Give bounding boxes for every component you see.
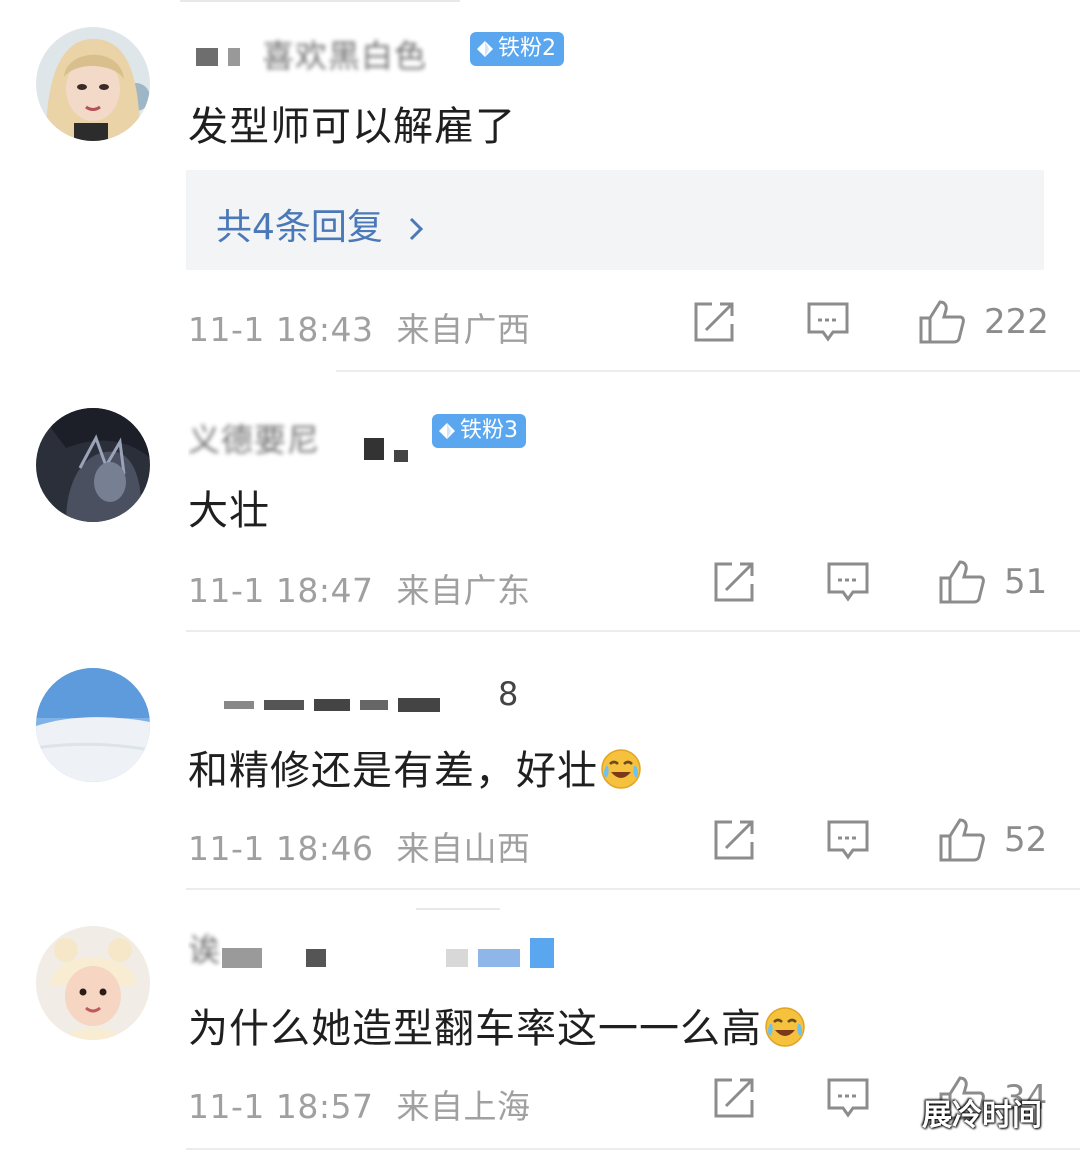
comment-text: 发型师可以解雇了 [188,104,516,150]
avatar[interactable] [36,27,150,141]
comment-item: 诶 为什么她造型翻车率这一一么高 11-1 18:57 来自上海 34 [0,890,1080,1152]
comment-text-content: 为什么她造型翻车率这一一么高 [188,1006,762,1052]
comment-meta: 11-1 18:43 来自广西 [188,303,531,351]
like-count: 51 [1004,562,1048,602]
comment-meta: 11-1 18:46 来自山西 [188,822,531,870]
like-icon[interactable] [918,298,966,346]
diamond-icon [477,41,493,57]
fan-badge[interactable]: 铁粉2 [470,32,564,66]
share-icon[interactable] [692,300,736,344]
avatar[interactable] [36,926,150,1040]
comment-text: 为什么她造型翻车率这一一么高 [188,996,806,1054]
comment-icon[interactable] [826,560,870,604]
comment-text-content: 和精修还是有差，好壮 [188,748,598,794]
username-text: 义德要尼 [188,421,321,459]
chevron-right-icon [408,207,424,248]
username-mosaic [364,436,408,462]
comment-text: 和精修还是有差，好壮 [188,738,642,796]
comment-item: 喜欢黑白色 铁粉2 发型师可以解雇了 共4条回复 11-1 18:43 来自广西… [0,0,1080,372]
badge-label: 铁粉2 [498,36,556,61]
username[interactable]: 诶 [188,930,221,970]
username[interactable]: 义德要尼 [188,420,320,460]
username-mosaic [222,938,554,968]
username-mosaic [224,698,440,712]
like-count: 52 [1004,820,1048,860]
comment-icon[interactable] [806,300,850,344]
share-icon[interactable] [712,1076,756,1120]
comment-item: 义德要尼 铁粉3 大壮 11-1 18:47 来自广东 51 [0,372,1080,632]
like-icon[interactable] [938,816,986,864]
avatar[interactable] [36,408,150,522]
top-edge-line [416,908,500,910]
like-count: 222 [984,302,1049,342]
fan-badge[interactable]: 铁粉3 [432,414,526,448]
comment-icon[interactable] [826,1076,870,1120]
replies-box[interactable]: 共4条回复 [186,170,1044,270]
location: 来自山西 [396,829,531,868]
username-text: 诶 [188,931,222,969]
avatar[interactable] [36,668,150,782]
comment-icon[interactable] [826,818,870,862]
share-icon[interactable] [712,560,756,604]
location: 来自上海 [396,1087,531,1126]
username-text: 8 [498,675,520,713]
diamond-icon [439,423,455,439]
username-text: 喜欢黑白色 [262,37,428,75]
comment-text: 大壮 [188,488,270,534]
view-replies-link[interactable]: 共4条回复 [216,198,424,250]
badge-label: 铁粉3 [460,418,518,443]
timestamp: 11-1 18:43 [188,310,374,349]
divider [186,1148,1080,1150]
watermark: 展冷时间 [922,1098,1042,1133]
location: 来自广东 [396,571,531,610]
comment-meta: 11-1 18:57 来自上海 [188,1080,531,1128]
username[interactable]: 8 [498,674,519,714]
comment-item: 8 和精修还是有差，好壮 11-1 18:46 来自山西 52 [0,632,1080,890]
timestamp: 11-1 18:47 [188,571,374,610]
timestamp: 11-1 18:46 [188,829,374,868]
comment-meta: 11-1 18:47 来自广东 [188,564,531,612]
laugh-cry-emoji-icon [765,1007,805,1047]
location: 来自广西 [396,310,531,349]
timestamp: 11-1 18:57 [188,1087,374,1126]
username[interactable]: 喜欢黑白色 [262,36,427,76]
like-icon[interactable] [938,558,986,606]
username-mosaic [196,48,240,66]
replies-link-label: 共4条回复 [216,207,383,248]
share-icon[interactable] [712,818,756,862]
laugh-cry-emoji-icon [601,749,641,789]
